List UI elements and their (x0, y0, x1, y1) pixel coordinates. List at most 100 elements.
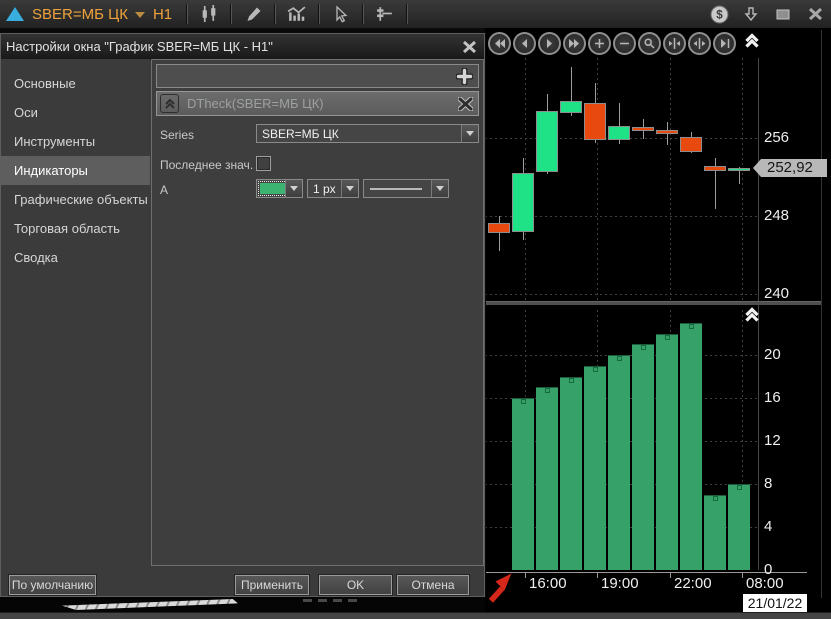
time-axis-tick (742, 572, 743, 578)
candle-body (584, 103, 606, 140)
series-value: SBER=МБ ЦК (257, 127, 461, 141)
dropdown-arrow-icon (461, 125, 478, 142)
jump-to-end-button[interactable] (713, 32, 736, 55)
currency-coin-icon: $ (710, 5, 729, 24)
line-width-value: 1 px (308, 182, 341, 196)
cancel-button[interactable]: Отмена (397, 575, 469, 595)
current-price-tag: 252,92 (761, 159, 827, 177)
fast-forward-button[interactable] (563, 32, 586, 55)
last-value-checkbox[interactable] (256, 156, 271, 171)
time-axis-label: 19:00 (601, 575, 639, 592)
volume-axis-label: 0 (764, 561, 772, 578)
dropdown-arrow-icon (341, 180, 358, 197)
candlestick-chart-button[interactable] (194, 2, 224, 26)
date-label: 21/01/22 (743, 594, 807, 612)
volume-bar-marker (569, 378, 574, 383)
window-bottom-edge (0, 612, 831, 619)
gridline-vertical (597, 58, 598, 300)
add-indicator-button[interactable] (453, 66, 475, 86)
dialog-close-button[interactable] (460, 38, 478, 56)
volume-bar-marker (641, 345, 646, 350)
default-button[interactable]: По умолчанию (9, 575, 96, 595)
toolbar-separator (186, 4, 188, 24)
sidebar-item-оси[interactable]: Оси (1, 98, 150, 127)
download-button[interactable] (739, 2, 763, 26)
download-arrow-icon (743, 6, 759, 23)
settings-dialog: Настройки окна "График SBER=МБ ЦК - H1" … (0, 33, 485, 597)
instrument-selector[interactable]: SBER=МБ ЦК (32, 6, 151, 23)
fast-rewind-button[interactable] (488, 32, 511, 55)
chevron-down-icon (135, 12, 145, 18)
line-style-dropdown[interactable] (363, 179, 449, 198)
double-chevron-up-icon (164, 98, 176, 110)
close-window-icon (807, 6, 824, 22)
dialog-titlebar[interactable]: Настройки окна "График SBER=МБ ЦК - H1" (1, 34, 484, 60)
sidebar-item-торговая-область[interactable]: Торговая область (1, 214, 150, 243)
candle-body (536, 111, 558, 172)
cursor-icon (332, 5, 350, 23)
zoom-in-button[interactable] (588, 32, 611, 55)
collapse-volume-pane-chevron-icon[interactable] (744, 307, 760, 323)
volume-bar-marker (593, 367, 598, 372)
time-axis-tick (525, 572, 526, 578)
collapse-pane-chevron-icon[interactable] (744, 33, 760, 49)
zoom-region-button[interactable] (638, 32, 661, 55)
close-icon (462, 40, 477, 54)
step-forward-icon (543, 37, 556, 50)
collapse-indicator-button[interactable] (160, 94, 179, 113)
zoom-out-button[interactable] (613, 32, 636, 55)
dialog-sidebar: ОсновныеОсиИнструментыИндикаторыГрафичес… (1, 59, 150, 566)
zoom-in-icon (593, 37, 606, 50)
sidebar-item-сводка[interactable]: Сводка (1, 243, 150, 272)
close-window-button[interactable] (803, 2, 827, 26)
draw-button[interactable] (238, 2, 268, 26)
volume-bar (680, 323, 702, 570)
chart-toolbar (485, 28, 831, 58)
sidebar-item-индикаторы[interactable]: Индикаторы (1, 156, 150, 185)
volume-bar (632, 344, 654, 570)
volume-bar (728, 484, 750, 570)
toolbar-separator (318, 4, 320, 24)
indicator-card-header: DTheck(SBER=МБ ЦК) (156, 91, 479, 116)
sidebar-item-графические-объекты[interactable]: Графические объекты (1, 185, 150, 214)
time-axis-label: 22:00 (674, 575, 712, 592)
volume-bar-marker (713, 496, 718, 501)
toolbar-separator (362, 4, 364, 24)
current-price-value: 252,92 (767, 159, 813, 176)
volume-bar (512, 398, 534, 570)
candle-body (488, 223, 510, 233)
levels-button[interactable] (370, 2, 400, 26)
volume-bar-marker (545, 388, 550, 393)
volume-axis-label: 4 (764, 518, 772, 535)
line-color-dropdown[interactable] (256, 179, 303, 198)
apply-button[interactable]: Применить (235, 575, 309, 595)
candle-body (656, 130, 678, 134)
step-forward-button[interactable] (538, 32, 561, 55)
restore-window-button[interactable] (771, 2, 795, 26)
fast-forward-icon (568, 37, 581, 50)
volume-bar-marker (617, 356, 622, 361)
step-back-button[interactable] (513, 32, 536, 55)
pencil-draw-icon (244, 5, 263, 23)
indicator-title: DTheck(SBER=МБ ЦК) (187, 96, 458, 111)
candlestick-chart-icon (199, 5, 219, 23)
stretch-spacing-button[interactable] (688, 32, 711, 55)
line-a-label: A (160, 183, 168, 197)
candle-body (560, 101, 582, 113)
right-strip-line (821, 30, 822, 598)
series-dropdown[interactable]: SBER=МБ ЦК (256, 124, 479, 143)
line-width-dropdown[interactable]: 1 px (307, 179, 359, 198)
timeframe-label[interactable]: H1 (153, 6, 172, 23)
indicator-button[interactable] (282, 2, 312, 26)
sidebar-item-инструменты[interactable]: Инструменты (1, 127, 150, 156)
indicator-chart-icon (287, 5, 307, 23)
currency-button[interactable]: $ (707, 2, 731, 26)
volume-axis-label: 20 (764, 346, 781, 363)
sidebar-item-основные[interactable]: Основные (1, 69, 150, 98)
shrink-spacing-button[interactable] (663, 32, 686, 55)
ok-button[interactable]: OK (319, 575, 392, 595)
remove-indicator-button[interactable] (458, 97, 473, 111)
time-axis-tick (597, 572, 598, 578)
svg-text:$: $ (716, 8, 723, 21)
cursor-button[interactable] (326, 2, 356, 26)
